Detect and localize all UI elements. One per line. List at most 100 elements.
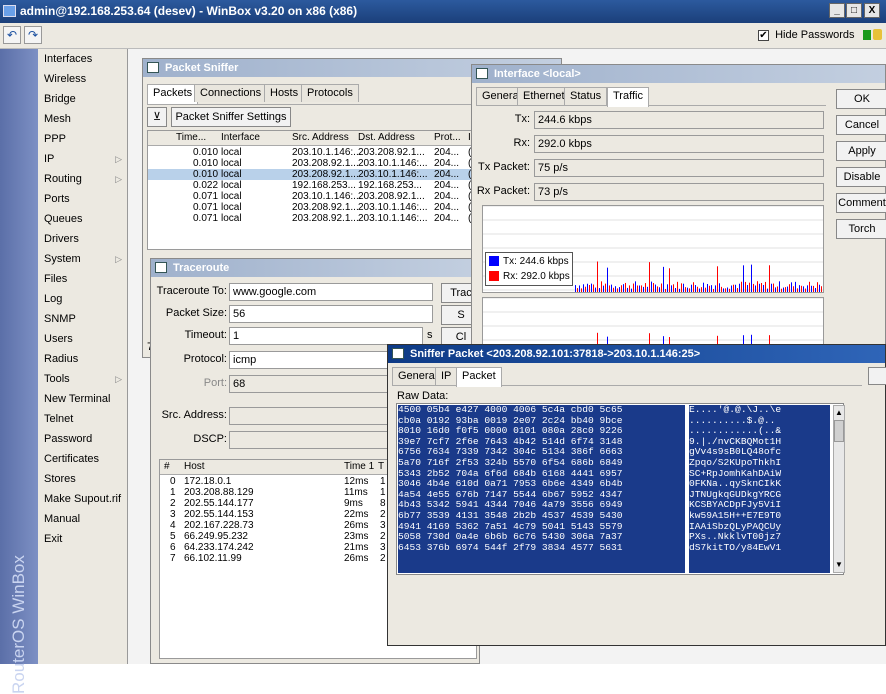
traffic-bar xyxy=(799,285,800,292)
filter-icon[interactable]: ⊻ xyxy=(147,107,167,127)
menu-item-system[interactable]: System ▷ xyxy=(38,249,128,269)
traffic-bar xyxy=(685,287,686,292)
comment-button[interactable]: Comment xyxy=(836,193,886,213)
menu-item-users[interactable]: Users xyxy=(38,329,128,349)
menu-item-telnet[interactable]: Telnet xyxy=(38,409,128,429)
cancel-button[interactable]: Cancel xyxy=(836,115,886,135)
menu-item-manual[interactable]: Manual xyxy=(38,509,128,529)
tab-spkt-packet[interactable]: Packet xyxy=(456,367,502,387)
scroll-up-icon[interactable]: ▲ xyxy=(835,408,843,417)
menu-item-mesh[interactable]: Mesh xyxy=(38,109,128,129)
traffic-bar xyxy=(593,284,594,292)
menu-item-tools[interactable]: Tools ▷ xyxy=(38,369,128,389)
table-cell: 6 xyxy=(170,542,176,553)
table-cell: 2 xyxy=(380,553,386,564)
hide-passwords-checkbox[interactable]: ✔ xyxy=(758,29,769,41)
traffic-bar xyxy=(627,287,628,292)
traceroute-to-input[interactable]: www.google.com xyxy=(229,283,433,301)
side-button[interactable] xyxy=(868,367,886,385)
table-cell: 203.208.92.1... xyxy=(358,147,425,158)
interface-window: Interface <local> Tx: 244.6 kbps Rx: 292… xyxy=(471,64,886,354)
hide-passwords-toggle[interactable]: ✔ Hide Passwords xyxy=(758,29,855,41)
table-cell: 5 xyxy=(170,531,176,542)
column-header[interactable]: Dst. Address xyxy=(358,132,415,143)
menu-item-new-terminal[interactable]: New Terminal xyxy=(38,389,128,409)
menu-item-label: Tools xyxy=(44,373,70,385)
scroll-thumb[interactable] xyxy=(834,420,844,442)
column-header[interactable]: # xyxy=(164,461,170,472)
tab-sniffer-hosts[interactable]: Hosts xyxy=(264,84,305,102)
interface-titlebar[interactable]: Interface <local> xyxy=(472,65,885,83)
apply-button[interactable]: Apply xyxy=(836,141,886,161)
traffic-bar xyxy=(663,266,664,292)
menu-item-files[interactable]: Files xyxy=(38,269,128,289)
menu-item-wireless[interactable]: Wireless xyxy=(38,69,128,89)
timeout-input[interactable]: 1 xyxy=(229,327,423,345)
raw-data-scrollbar[interactable]: ▲ ▼ xyxy=(833,405,845,573)
packet-size-input[interactable]: 56 xyxy=(229,305,433,323)
menu-item-bridge[interactable]: Bridge xyxy=(38,89,128,109)
tx-packet-label: Tx Packet: xyxy=(478,161,530,173)
column-header[interactable]: Prot... xyxy=(434,132,461,143)
menu-item-snmp[interactable]: SNMP xyxy=(38,309,128,329)
menu-item-label: Routing xyxy=(44,173,82,185)
undo-icon[interactable]: ↶ xyxy=(3,26,21,44)
traffic-bar xyxy=(589,285,590,292)
tab-sniffer-protocols[interactable]: Protocols xyxy=(301,84,359,102)
table-cell: 172.18.0.1 xyxy=(184,476,232,487)
menu-item-interfaces[interactable]: Interfaces xyxy=(38,49,128,69)
traffic-bar xyxy=(599,288,600,292)
traffic-bar xyxy=(583,284,584,292)
traffic-bar xyxy=(625,282,626,292)
scroll-down-icon[interactable]: ▼ xyxy=(835,560,843,569)
column-header[interactable]: T xyxy=(378,461,384,472)
column-header[interactable]: Interface xyxy=(221,132,260,143)
column-header[interactable]: Host xyxy=(184,461,205,472)
menu-item-log[interactable]: Log xyxy=(38,289,128,309)
menu-item-ppp[interactable]: PPP xyxy=(38,129,128,149)
traffic-bar xyxy=(769,265,770,292)
packet-sniffer-settings-button[interactable]: Packet Sniffer Settings xyxy=(171,107,291,127)
menu-item-password[interactable]: Password xyxy=(38,429,128,449)
raw-data-view[interactable]: 4500 05b4 e427 4000 4006 5c4a cbd0 5c65 c… xyxy=(396,403,845,575)
tab-spkt-ip[interactable]: IP xyxy=(435,367,458,385)
traceroute-titlebar[interactable]: Traceroute xyxy=(151,259,479,277)
menu-item-radius[interactable]: Radius xyxy=(38,349,128,369)
menu-item-ports[interactable]: Ports xyxy=(38,189,128,209)
column-header[interactable]: Src. Address xyxy=(292,132,349,143)
sniffer-packet-titlebar[interactable]: Sniffer Packet <203.208.92.101:37818->20… xyxy=(388,345,885,363)
traffic-bar xyxy=(661,283,662,292)
menu-item-ip[interactable]: IP ▷ xyxy=(38,149,128,169)
table-cell: 66.102.11.99 xyxy=(184,553,242,564)
traffic-bar xyxy=(587,283,588,292)
traffic-bar xyxy=(679,288,680,292)
tab-iface-status[interactable]: Status xyxy=(564,87,608,105)
disable-button[interactable]: Disable xyxy=(836,167,886,187)
redo-icon[interactable]: ↷ xyxy=(24,26,42,44)
tab-sniffer-packets[interactable]: Packets xyxy=(147,84,199,104)
menu-item-drivers[interactable]: Drivers xyxy=(38,229,128,249)
menu-item-certificates[interactable]: Certificates xyxy=(38,449,128,469)
maximize-button[interactable]: □ xyxy=(846,3,862,18)
tab-iface-ethernet[interactable]: Ethernet xyxy=(517,87,571,105)
menu-item-stores[interactable]: Stores xyxy=(38,469,128,489)
traffic-bar xyxy=(723,288,724,292)
hex-column: 4500 05b4 e427 4000 4006 5c4a cbd0 5c65 c… xyxy=(398,405,685,573)
menu-item-label: Wireless xyxy=(44,73,87,85)
column-header[interactable]: Time... xyxy=(176,132,206,143)
minimize-button[interactable]: _ xyxy=(829,3,845,18)
tab-iface-traffic[interactable]: Traffic xyxy=(607,87,649,107)
close-button[interactable]: X xyxy=(864,3,880,18)
lock-icon xyxy=(873,29,882,40)
tab-sniffer-connections[interactable]: Connections xyxy=(194,84,268,102)
traffic-bar xyxy=(791,282,792,292)
menu-item-make-supout-rif[interactable]: Make Supout.rif xyxy=(38,489,128,509)
column-header[interactable]: Time 1 xyxy=(344,461,374,472)
menu-item-routing[interactable]: Routing ▷ xyxy=(38,169,128,189)
menu-item-queues[interactable]: Queues xyxy=(38,209,128,229)
traffic-bar xyxy=(783,287,784,292)
torch-button[interactable]: Torch xyxy=(836,219,886,239)
table-cell: 3 xyxy=(380,520,386,531)
ok-button[interactable]: OK xyxy=(836,89,886,109)
menu-item-exit[interactable]: Exit xyxy=(38,529,128,549)
